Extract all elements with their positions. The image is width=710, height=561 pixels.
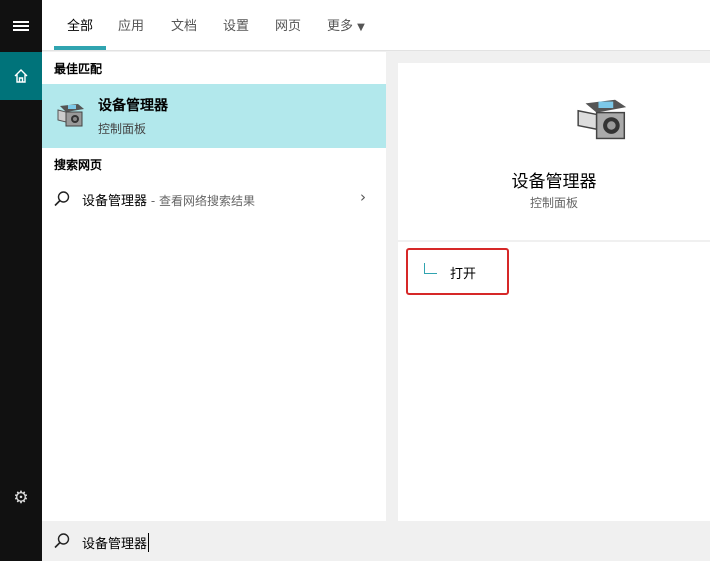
web-search-item[interactable]: 设备管理器 - 查看网络搜索结果 › <box>42 184 386 212</box>
best-match-subtitle: 控制面板 <box>98 122 147 136</box>
tab-settings[interactable]: 设置 <box>223 15 249 34</box>
open-label: 打开 <box>450 267 477 282</box>
settings-button[interactable]: ⚙ <box>0 478 42 518</box>
detail-subtitle: 控制面板 <box>529 196 578 210</box>
open-button[interactable]: 打开 <box>406 248 509 295</box>
detail-title: 设备管理器 <box>511 172 597 192</box>
sidebar: ⚙ <box>0 0 42 561</box>
menu-button[interactable] <box>0 0 42 52</box>
tab-more-label: 更多 <box>327 19 354 34</box>
web-desc: - 查看网络搜索结果 <box>147 194 255 208</box>
web-heading: 搜索网页 <box>54 158 103 172</box>
search-box[interactable]: 设备管理器 <box>42 521 710 561</box>
results-panel: 最佳匹配 设备管理器 控制面板 搜索网页 设备管理器 - 查看网络搜索结果 › <box>42 52 386 521</box>
tab-documents[interactable]: 文档 <box>171 15 197 34</box>
open-icon <box>424 263 437 274</box>
device-manager-icon <box>57 104 84 127</box>
best-match-item[interactable]: 设备管理器 控制面板 <box>42 84 386 148</box>
tab-all[interactable]: 全部 <box>53 15 107 50</box>
home-icon <box>14 69 28 83</box>
hamburger-icon <box>13 21 29 31</box>
search-input[interactable]: 设备管理器 <box>82 533 150 552</box>
gear-icon: ⚙ <box>13 488 29 508</box>
caret-down-icon: ▼ <box>357 22 365 33</box>
web-query: 设备管理器 <box>82 194 148 209</box>
device-manager-large-icon <box>577 99 627 140</box>
best-match-heading: 最佳匹配 <box>54 62 103 76</box>
actions-panel: 打开 <box>398 242 710 521</box>
detail-card: 设备管理器 控制面板 <box>398 63 710 240</box>
chevron-right-icon[interactable]: › <box>360 188 366 206</box>
home-button[interactable] <box>0 52 42 100</box>
search-icon <box>54 533 70 549</box>
tab-more[interactable]: 更多 ▼ <box>327 15 365 34</box>
tab-bar: 全部 应用 文档 设置 网页 更多 ▼ <box>42 0 710 51</box>
tab-web[interactable]: 网页 <box>275 15 301 34</box>
tab-apps[interactable]: 应用 <box>118 15 144 34</box>
search-icon <box>54 191 70 207</box>
best-match-title: 设备管理器 <box>98 98 168 114</box>
